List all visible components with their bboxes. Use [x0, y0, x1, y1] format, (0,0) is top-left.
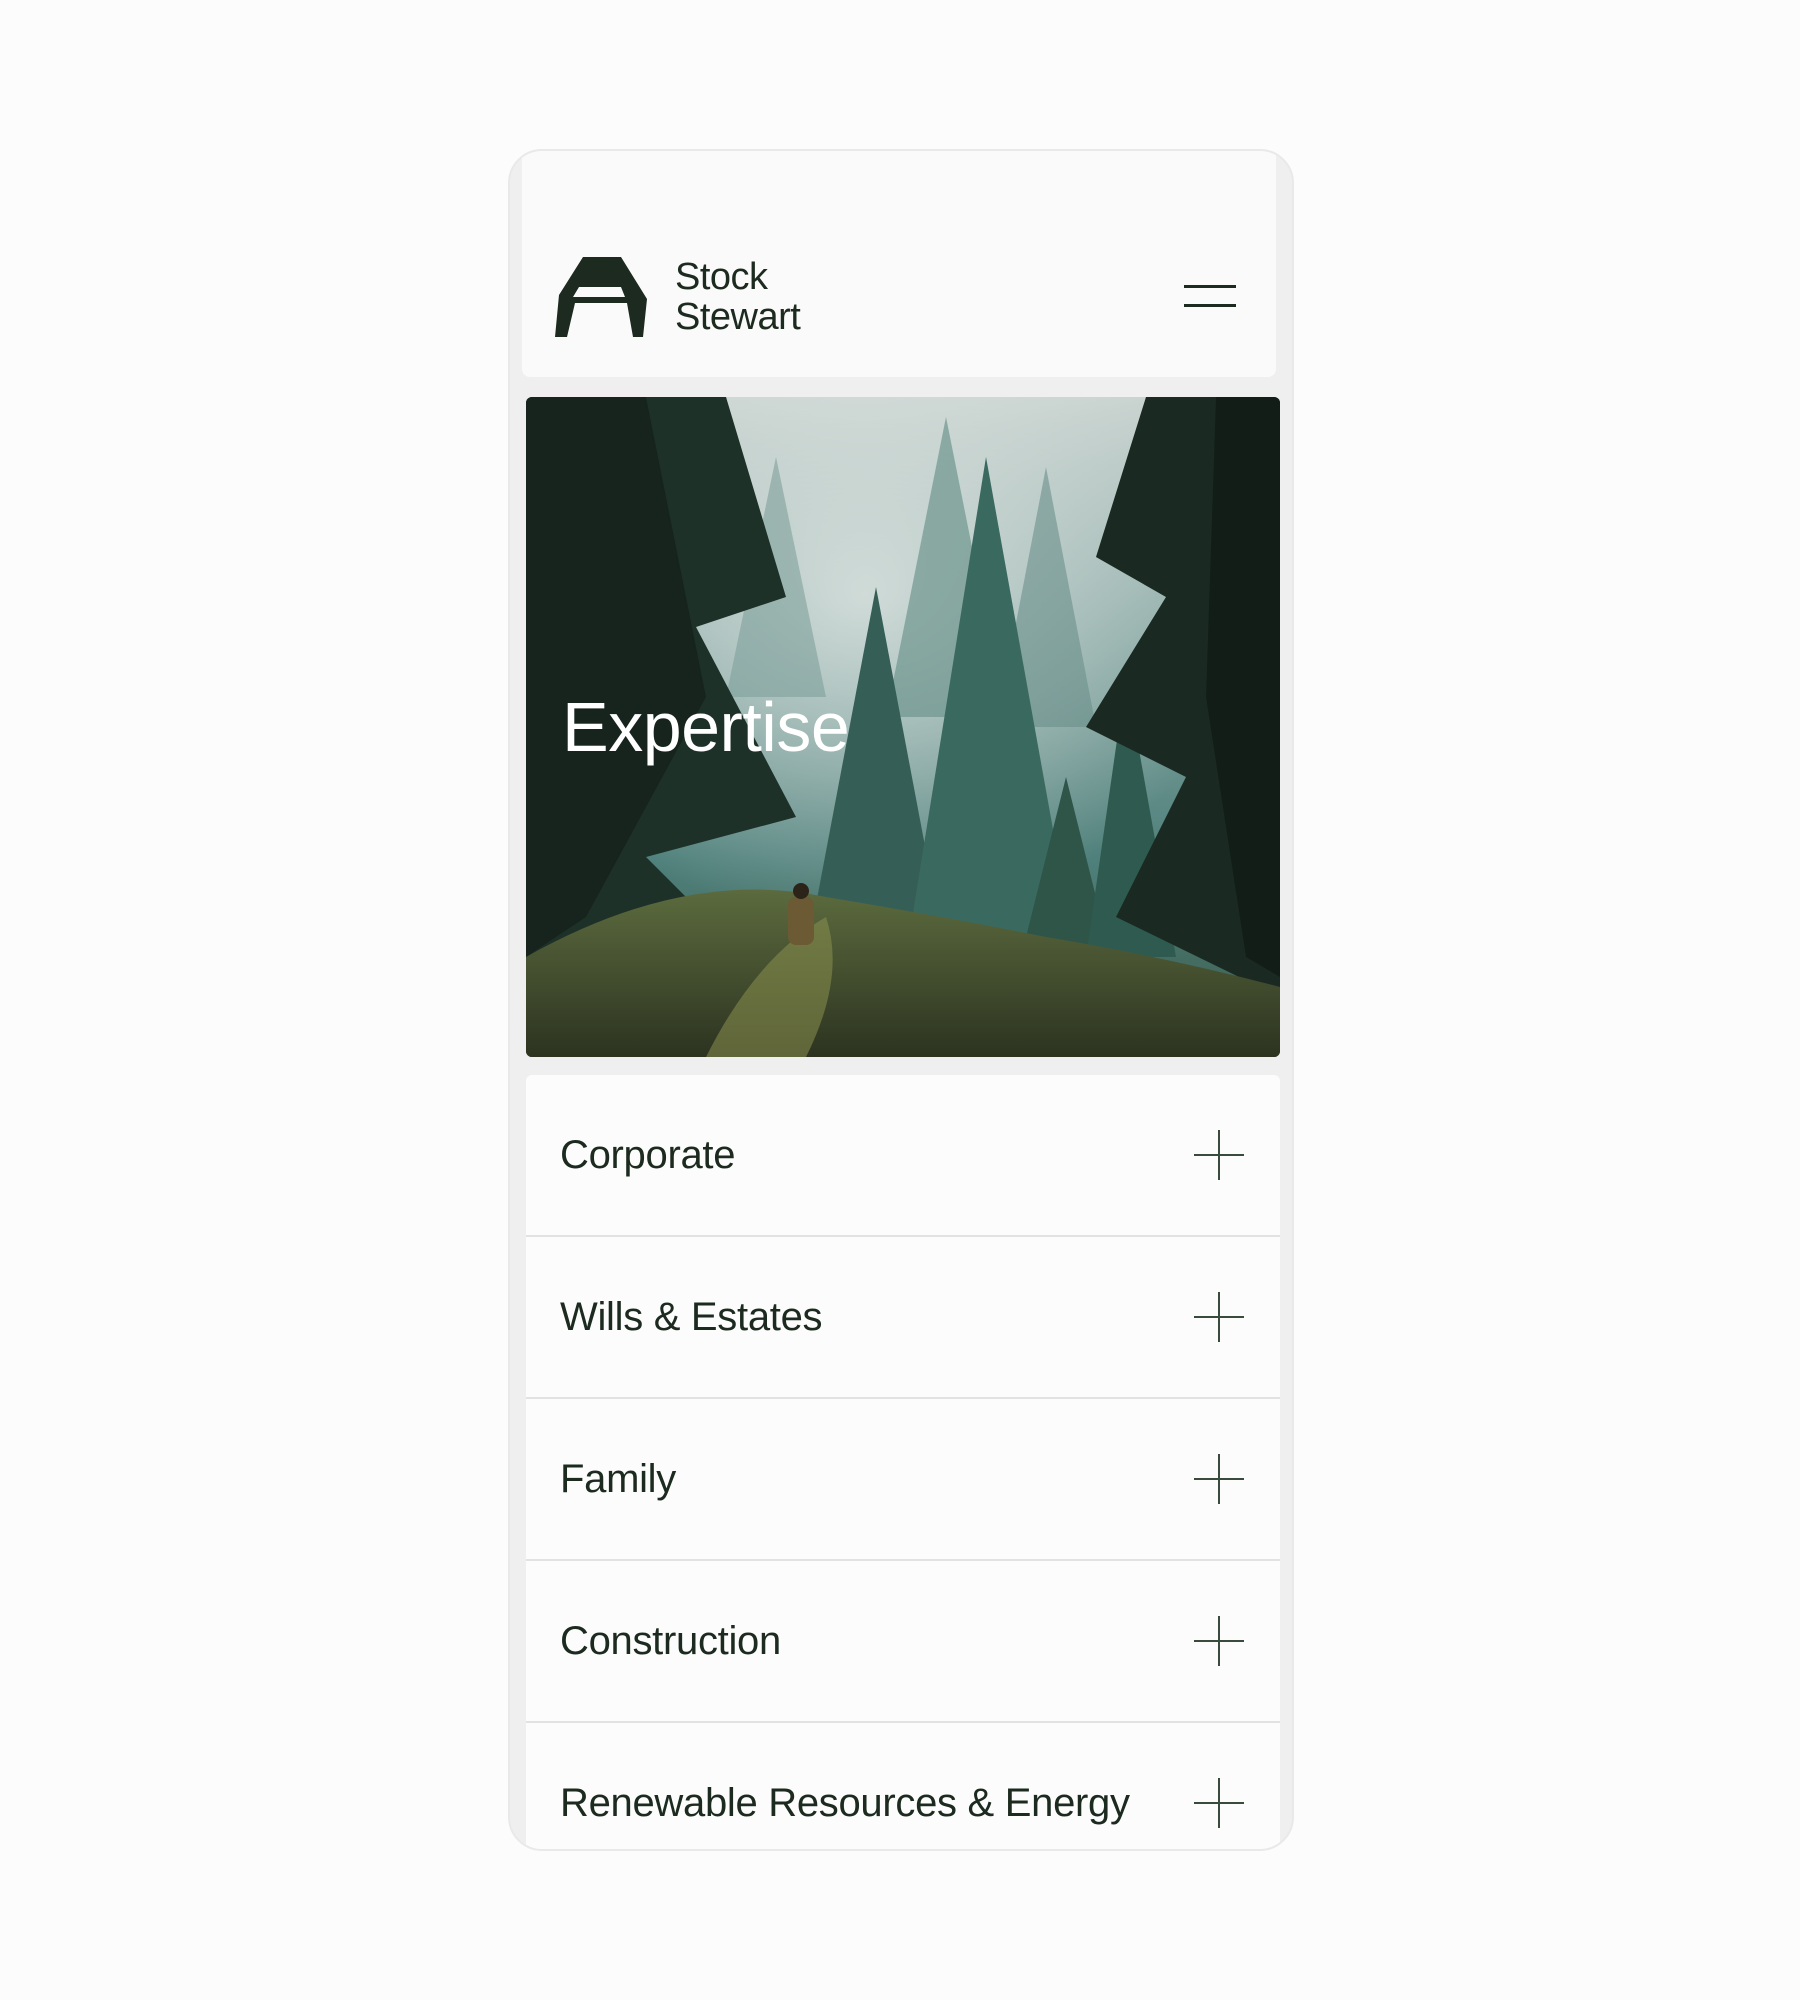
plus-icon[interactable] — [1194, 1616, 1244, 1666]
expertise-accordion: Corporate Wills & Estates Family Constru… — [526, 1075, 1280, 1849]
brand-name-line1: Stock — [675, 256, 768, 298]
menu-bar-bottom — [1184, 304, 1236, 307]
hamburger-menu-icon[interactable] — [1182, 277, 1238, 317]
accordion-item-corporate[interactable]: Corporate — [526, 1075, 1280, 1237]
page-title: Expertise — [562, 688, 850, 766]
brand-wordmark[interactable]: Stock Stewart — [675, 256, 801, 338]
accordion-item-wills-estates[interactable]: Wills & Estates — [526, 1237, 1280, 1399]
arch-logo-icon[interactable] — [555, 257, 647, 337]
mobile-frame: Stock Stewart Expertise Corporate Wills … — [508, 149, 1294, 1851]
accordion-item-label: Family — [560, 1457, 676, 1501]
accordion-item-family[interactable]: Family — [526, 1399, 1280, 1561]
brand-name-line2: Stewart — [675, 296, 801, 338]
accordion-item-label: Construction — [560, 1619, 781, 1663]
site-header: Stock Stewart — [522, 151, 1276, 377]
accordion-item-label: Corporate — [560, 1133, 736, 1177]
plus-icon[interactable] — [1194, 1454, 1244, 1504]
plus-icon[interactable] — [1194, 1292, 1244, 1342]
accordion-item-label: Wills & Estates — [560, 1295, 823, 1339]
plus-icon[interactable] — [1194, 1778, 1244, 1828]
menu-bar-top — [1184, 285, 1236, 288]
accordion-item-construction[interactable]: Construction — [526, 1561, 1280, 1723]
accordion-item-label: Renewable Resources & Energy — [560, 1781, 1130, 1825]
accordion-item-renewable-resources-energy[interactable]: Renewable Resources & Energy — [526, 1723, 1280, 1849]
plus-icon[interactable] — [1194, 1130, 1244, 1180]
hero-banner: Expertise — [526, 397, 1280, 1057]
